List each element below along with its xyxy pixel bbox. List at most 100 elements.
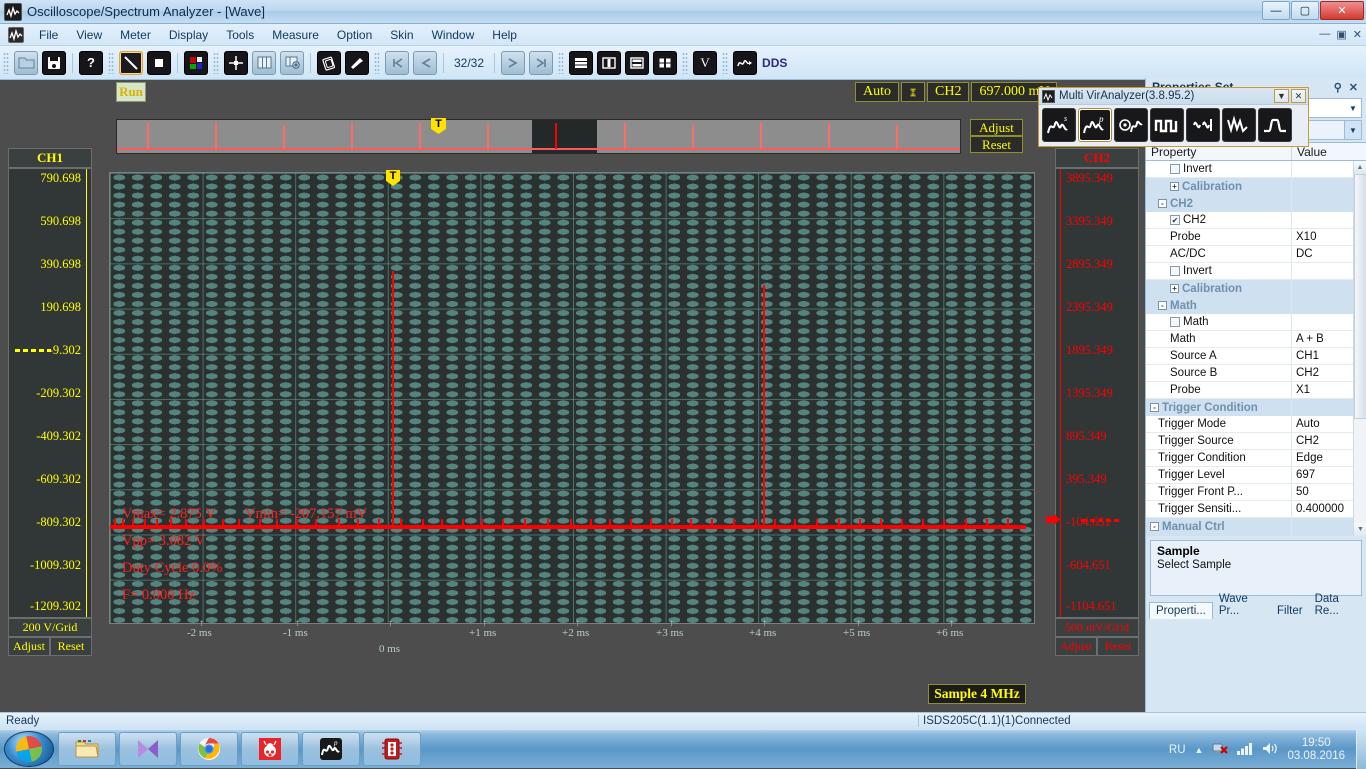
open-file-button[interactable]: [14, 50, 38, 75]
menu-item-help[interactable]: Help: [483, 26, 526, 44]
columns-view-button[interactable]: [252, 50, 276, 75]
taskbar-chrome[interactable]: [180, 732, 238, 766]
color-palette-button[interactable]: [184, 50, 208, 75]
checkbox[interactable]: [1170, 164, 1180, 174]
property-row[interactable]: -Fixed Sample: [1146, 535, 1366, 536]
signal-bars-icon[interactable]: [1237, 742, 1253, 758]
property-grid[interactable]: Invert + Calibration - CH2 ✔ CH2 Probe X10 AC/DC D…: [1146, 161, 1366, 536]
menu-item-measure[interactable]: Measure: [263, 26, 328, 44]
windows-start-orb[interactable]: [4, 731, 54, 767]
dds-button[interactable]: [733, 50, 758, 75]
toolbar-grip-5[interactable]: [558, 51, 565, 74]
menu-item-file[interactable]: File: [30, 26, 67, 44]
property-row[interactable]: - Manual Ctrl: [1146, 518, 1366, 535]
square-wave-tool[interactable]: [1150, 108, 1184, 142]
property-row[interactable]: Trigger Condition Edge: [1146, 450, 1366, 467]
mdi-close-button[interactable]: ✕: [1353, 28, 1362, 41]
menu-item-view[interactable]: View: [67, 26, 111, 44]
collapse-expander-icon[interactable]: -: [1158, 301, 1167, 310]
ch2-adjust-button[interactable]: Adjust: [1055, 637, 1097, 656]
ch2-scale-label[interactable]: 500 mV/Grid: [1055, 618, 1139, 637]
save-file-button[interactable]: [42, 50, 66, 75]
scrollbar-thumb[interactable]: [1354, 174, 1366, 419]
menu-item-window[interactable]: Window: [423, 26, 484, 44]
network-error-icon[interactable]: [1212, 741, 1229, 758]
ch1-zero-marker[interactable]: [15, 349, 51, 352]
menu-item-option[interactable]: Option: [328, 26, 381, 44]
hammer-button[interactable]: [345, 50, 369, 75]
split-vertical-button[interactable]: [597, 50, 622, 75]
property-row[interactable]: Math A + B: [1146, 331, 1366, 348]
tab-filter[interactable]: Filter: [1271, 603, 1309, 619]
help-button[interactable]: ?: [79, 50, 103, 75]
taskbar-clock[interactable]: 19:50 03.08.2016: [1287, 737, 1345, 763]
expand-expander-icon[interactable]: +: [1170, 284, 1179, 293]
chevron-down-icon-2[interactable]: ▼: [1344, 121, 1361, 139]
run-button[interactable]: Run: [116, 82, 146, 102]
analyzer-title-bar[interactable]: Multi VirAnalyzer(3.8.95.2) ▼ ✕: [1039, 88, 1308, 105]
next-page-button[interactable]: [501, 50, 526, 75]
tray-language[interactable]: RU: [1169, 744, 1186, 756]
tab-wave-properties[interactable]: Wave Pr...: [1213, 591, 1271, 619]
first-page-button[interactable]: [385, 50, 409, 75]
pulse-tool[interactable]: [1258, 108, 1292, 142]
maximize-button[interactable]: ▢: [1291, 1, 1319, 20]
taskbar-oscilloscope[interactable]: p: [302, 732, 360, 766]
toolbar-grip-2[interactable]: [108, 51, 114, 74]
property-row[interactable]: - Trigger Condition: [1146, 399, 1366, 416]
property-row[interactable]: + Calibration: [1146, 280, 1366, 297]
fill-square-button[interactable]: [147, 50, 171, 75]
property-row[interactable]: Trigger Source CH2: [1146, 433, 1366, 450]
property-row[interactable]: Trigger Mode Auto: [1146, 416, 1366, 433]
property-row[interactable]: - Math: [1146, 297, 1366, 314]
property-row[interactable]: Source A CH1: [1146, 348, 1366, 365]
property-row[interactable]: Probe X10: [1146, 229, 1366, 246]
expand-expander-icon[interactable]: +: [1170, 182, 1179, 191]
ch1-scale-label[interactable]: 200 V/Grid: [8, 618, 92, 637]
toolbar-grip-7[interactable]: [722, 51, 729, 74]
waveform-display[interactable]: Vmax= 2.875 V Vmin= -207.157 mV Vpp= 3.0…: [109, 172, 1035, 624]
toolbar-grip-6[interactable]: [682, 51, 689, 74]
close-button[interactable]: ✕: [1320, 1, 1364, 20]
analyzer-dropdown-button[interactable]: ▼: [1274, 89, 1289, 103]
pin-icon[interactable]: ⚲: [1334, 81, 1342, 94]
overview-strip[interactable]: [116, 119, 961, 154]
last-page-button[interactable]: [529, 50, 554, 75]
menu-item-skin[interactable]: Skin: [381, 26, 422, 44]
spectrum-s-tool[interactable]: s: [1042, 108, 1076, 142]
property-row[interactable]: + Calibration: [1146, 178, 1366, 195]
property-row[interactable]: Math: [1146, 314, 1366, 331]
show-desktop-button[interactable]: [1356, 730, 1366, 769]
collapse-expander-icon[interactable]: -: [1158, 199, 1167, 208]
ch2-reset-button[interactable]: Reset: [1097, 637, 1139, 656]
ch1-adjust-button[interactable]: Adjust: [8, 637, 50, 656]
checkbox[interactable]: ✔: [1170, 215, 1180, 225]
spectrum-p-tool[interactable]: p: [1078, 108, 1112, 142]
scroll-up-arrow-icon[interactable]: ▲: [1354, 161, 1366, 174]
trigger-level-icon[interactable]: [901, 82, 925, 102]
line-draw-button[interactable]: [119, 50, 143, 75]
stack-view-button[interactable]: [569, 50, 594, 75]
taskbar-redapp[interactable]: [363, 732, 421, 766]
minimize-button[interactable]: —: [1262, 1, 1290, 20]
toolbar-grip[interactable]: [3, 51, 9, 74]
menu-item-meter[interactable]: Meter: [111, 26, 160, 44]
menu-item-display[interactable]: Display: [160, 26, 217, 44]
settings-wave-tool[interactable]: [1114, 108, 1148, 142]
property-row[interactable]: Trigger Level 697: [1146, 467, 1366, 484]
compress-button[interactable]: [224, 50, 248, 75]
tab-properties[interactable]: Properti...: [1149, 602, 1213, 619]
taskbar-explorer[interactable]: [58, 732, 116, 766]
modulation-tool[interactable]: [1186, 108, 1220, 142]
overview-reset-button[interactable]: Reset: [970, 136, 1023, 153]
tab-data-record[interactable]: Data Re...: [1309, 591, 1366, 619]
toolbar-grip-4[interactable]: [374, 51, 380, 74]
prev-page-button[interactable]: [413, 50, 437, 75]
add-pane-button[interactable]: [280, 50, 304, 75]
taskbar-media-player[interactable]: [119, 732, 177, 766]
ch1-scale[interactable]: 790.698 590.698 390.698 190.698 -9.302 -…: [8, 168, 92, 618]
split-horizontal-button[interactable]: [625, 50, 650, 75]
chevron-down-icon[interactable]: ▼: [1345, 99, 1361, 117]
close-icon[interactable]: ✕: [1349, 81, 1358, 94]
property-row[interactable]: Probe X1: [1146, 382, 1366, 399]
